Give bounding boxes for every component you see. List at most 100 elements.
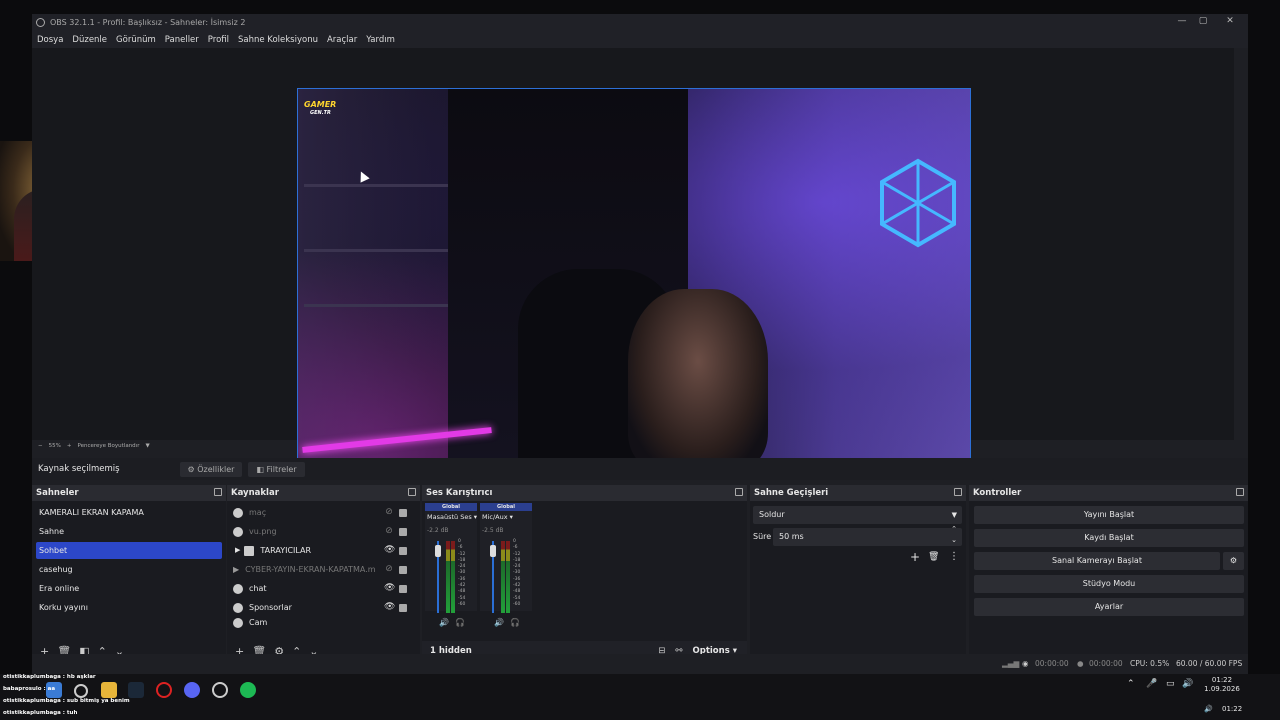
network-icon[interactable]: ▭ (1166, 679, 1175, 689)
menu-tools[interactable]: Araçlar (327, 35, 357, 45)
source-toolbar: Kaynak seçilmemiş ⚙ Özellikler ◧ Filtrel… (32, 458, 1248, 480)
menu-docks[interactable]: Paneller (165, 35, 199, 45)
scene-item[interactable]: casehug (36, 561, 222, 578)
channel-name-text: Masaüstü Ses (427, 513, 472, 521)
source-label: CYBER-YAYIN-EKRAN-KAPATMA.m (245, 565, 376, 574)
filters-button[interactable]: ◧ Filtreler (248, 461, 305, 477)
no-source-selected-label: Kaynak seçilmemiş (38, 464, 120, 474)
duration-input[interactable]: 50 ms ⌃ ⌄ (773, 525, 962, 546)
maximize-button[interactable]: ▢ (1193, 16, 1213, 26)
chevron-down-icon[interactable]: ▼ (145, 443, 149, 449)
program-preview[interactable]: GAMER GEN.TR (297, 88, 971, 468)
scene-transitions-dock: Sahne Geçişleri Soldur ▼ Süre 50 ms ⌃ ⌄ +… (750, 485, 966, 661)
visibility-hidden-icon[interactable]: ⊘ (384, 561, 394, 578)
undock-icon[interactable] (214, 488, 222, 496)
expand-arrow-icon[interactable]: ▶ (235, 542, 240, 559)
menu-scene-collection[interactable]: Sahne Koleksiyonu (238, 35, 318, 45)
chat-message: otistikkaplumbaga : tuh (3, 710, 78, 716)
undock-icon[interactable] (735, 488, 743, 496)
more-options-icon[interactable]: ⋮ (949, 551, 959, 562)
scene-item[interactable]: Sahne (36, 523, 222, 540)
source-group-item[interactable]: ▶ TARAYICILAR 👁 (231, 542, 413, 559)
undock-icon[interactable] (1236, 488, 1244, 496)
mixer-channel: Global Mic/Aux ▾ -2.5 dB 0 -6 -12 -18 -24 -30… (480, 503, 532, 627)
source-item[interactable]: Sponsorlar 👁 (231, 599, 413, 616)
scene-item[interactable]: Korku yayını (36, 599, 222, 616)
headphones-icon[interactable]: 🎧 (455, 618, 465, 627)
menu-help[interactable]: Yardım (366, 35, 395, 45)
meter-scale: 0 -6 -12 -18 -24 -30 -36 -42 -48 -54 -60 (513, 539, 520, 608)
scene-item[interactable]: Era online (36, 580, 222, 597)
lock-icon[interactable] (399, 603, 407, 612)
discord-icon[interactable] (184, 682, 200, 698)
file-explorer-icon[interactable] (101, 682, 117, 698)
properties-button[interactable]: ⚙ Özellikler (179, 461, 243, 477)
speaker-icon[interactable]: 🔊 (494, 618, 504, 627)
tray-chevron-icon[interactable]: ⌃ (1127, 679, 1135, 689)
scale-tick: -30 (458, 570, 466, 576)
taskbar: ⌃ 🎤 ▭ 🔊 01:22 1.09.2026 🔊 01:22 (0, 674, 1280, 720)
window-title: OBS 32.1.1 - Profil: Başlıksız - Sahnele… (50, 18, 246, 27)
source-item[interactable]: ▶ CYBER-YAYIN-EKRAN-KAPATMA.m ⊘ (231, 561, 413, 578)
close-button[interactable]: ✕ (1220, 16, 1240, 26)
scene-item[interactable]: KAMERALI EKRAN KAPAMA (36, 504, 222, 521)
lock-icon[interactable] (399, 565, 407, 574)
visibility-hidden-icon[interactable]: ⊘ (384, 523, 394, 540)
gamer-logo-text: GAMER (304, 100, 337, 109)
mixer-channel-name[interactable]: Masaüstü Ses ▾ (427, 513, 477, 521)
transition-select[interactable]: Soldur ▼ (753, 506, 962, 524)
spotify-icon[interactable] (240, 682, 256, 698)
headphones-icon[interactable]: 🎧 (510, 618, 520, 627)
lock-icon[interactable] (399, 546, 407, 555)
start-streaming-button[interactable]: Yayını Başlat (974, 506, 1244, 524)
fader-handle[interactable] (435, 545, 441, 557)
lock-icon[interactable] (399, 527, 407, 536)
secondary-volume-icon: 🔊 (1204, 705, 1213, 713)
add-transition-icon[interactable]: + (910, 550, 920, 564)
minimize-button[interactable]: — (1172, 16, 1192, 26)
title-bar: OBS 32.1.1 - Profil: Başlıksız - Sahnele… (32, 14, 1248, 31)
zoom-in-button[interactable]: + (67, 443, 72, 449)
start-recording-button[interactable]: Kaydı Başlat (974, 529, 1244, 547)
menu-view[interactable]: Görünüm (116, 35, 156, 45)
scale-tick: -60 (458, 601, 466, 607)
remove-transition-icon[interactable]: 🗑 (928, 552, 939, 562)
start-virtual-camera-button[interactable]: Sanal Kamerayı Başlat (974, 552, 1220, 570)
source-item[interactable]: chat 👁 (231, 580, 413, 597)
fader-handle[interactable] (490, 545, 496, 557)
undock-icon[interactable] (954, 488, 962, 496)
speaker-icon[interactable]: 🔊 (439, 618, 449, 627)
visibility-icon[interactable]: 👁 (384, 599, 395, 616)
settings-button[interactable]: Ayarlar (974, 598, 1244, 616)
valorant-icon[interactable] (156, 682, 172, 698)
zoom-out-button[interactable]: − (38, 443, 43, 449)
clock-time[interactable]: 01:22 (1205, 676, 1239, 684)
source-item[interactable]: vu.png ⊘ (231, 523, 413, 540)
microphone-icon[interactable]: 🎤 (1146, 679, 1157, 689)
source-item[interactable]: maç ⊘ (231, 504, 413, 521)
visibility-icon[interactable]: 👁 (384, 580, 395, 597)
preview-area[interactable]: GAMER GEN.TR (32, 48, 1234, 468)
clock-date[interactable]: 1.09.2026 (1203, 685, 1241, 693)
mixer-channel-name[interactable]: Mic/Aux ▾ (482, 513, 513, 521)
obs-taskbar-icon[interactable] (212, 682, 228, 698)
virtual-camera-settings-icon[interactable]: ⚙ (1223, 552, 1244, 570)
spin-arrows-icon[interactable]: ⌃ ⌄ (951, 524, 957, 546)
duration-value: 50 ms (779, 532, 804, 541)
transitions-title: Sahne Geçişleri (754, 488, 829, 498)
studio-mode-button[interactable]: Stüdyo Modu (974, 575, 1244, 593)
scene-item-selected[interactable]: Sohbet (36, 542, 222, 559)
volume-icon[interactable]: 🔊 (1182, 679, 1193, 689)
source-item[interactable]: Cam (231, 618, 413, 628)
visibility-icon[interactable]: 👁 (384, 542, 395, 559)
menu-edit[interactable]: Düzenle (72, 35, 107, 45)
lock-icon[interactable] (399, 508, 407, 517)
search-icon[interactable] (74, 684, 88, 698)
zoom-mode-select[interactable]: Pencereye Boyutlandır (77, 443, 139, 449)
visibility-hidden-icon[interactable]: ⊘ (384, 504, 394, 521)
menu-profile[interactable]: Profil (208, 35, 229, 45)
menu-file[interactable]: Dosya (37, 35, 63, 45)
steam-icon[interactable] (128, 682, 144, 698)
undock-icon[interactable] (408, 488, 416, 496)
lock-icon[interactable] (399, 584, 407, 593)
